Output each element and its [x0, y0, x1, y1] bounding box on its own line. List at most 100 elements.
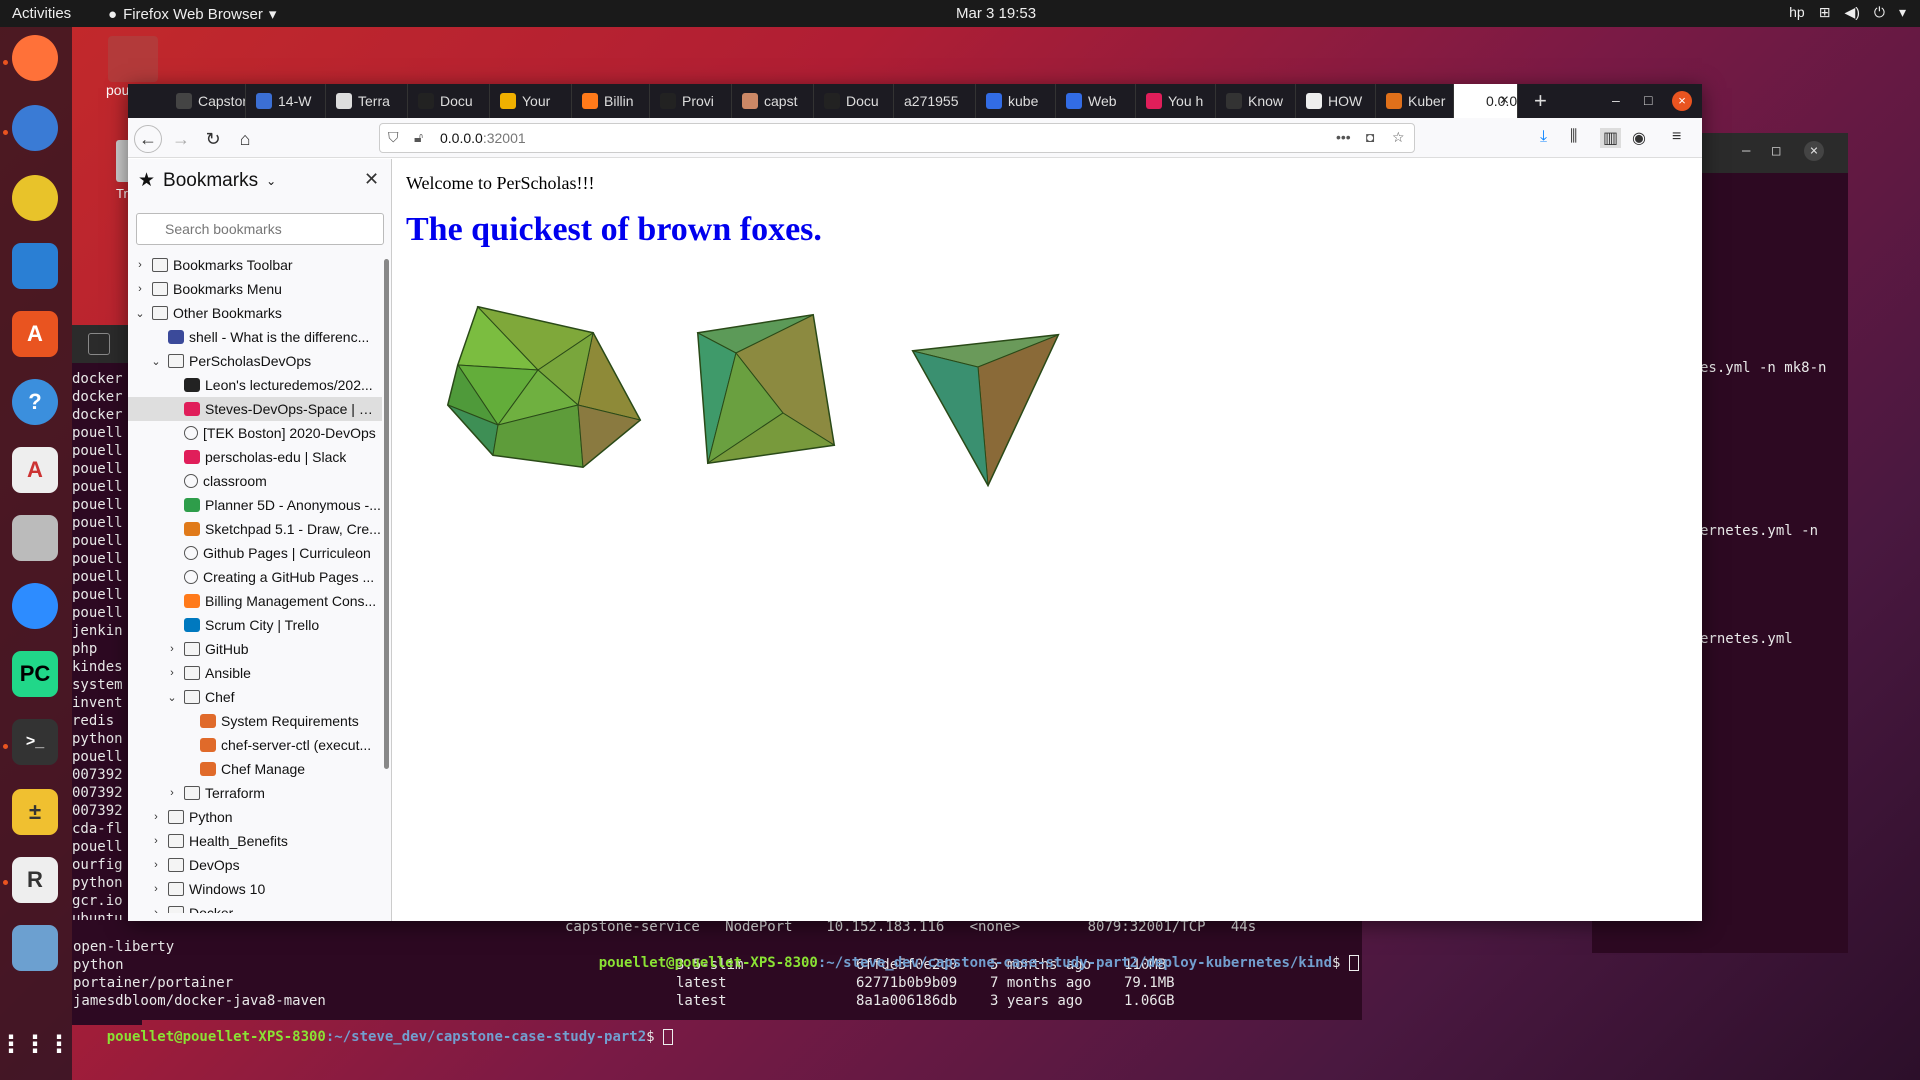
- chevron-right-icon[interactable]: ›: [134, 283, 146, 295]
- bookmark-item[interactable]: Leon's lecturedemos/202...: [128, 373, 382, 397]
- browser-tab[interactable]: Your: [490, 84, 572, 118]
- menu-icon[interactable]: ≡: [1672, 128, 1681, 146]
- bookmark-folder[interactable]: › Ansible: [128, 661, 382, 685]
- bookmark-item[interactable]: System Requirements: [128, 709, 382, 733]
- search-input[interactable]: Search bookmarks: [136, 213, 384, 245]
- new-tab-icon[interactable]: [88, 333, 110, 355]
- insecure-lock-icon[interactable]: 🔓︎: [414, 129, 423, 146]
- virtualbox-icon[interactable]: [12, 925, 58, 971]
- browser-tab[interactable]: 0.0.0.0×: [1454, 84, 1518, 118]
- chevron-right-icon[interactable]: ›: [166, 667, 178, 679]
- bookmark-item[interactable]: perscholas-edu | Slack: [128, 445, 382, 469]
- chevron-right-icon[interactable]: ›: [150, 859, 162, 871]
- chevron-down-icon[interactable]: ⌄: [166, 691, 178, 704]
- bookmark-item[interactable]: chef-server-ctl (execut...: [128, 733, 382, 757]
- bookmark-item[interactable]: [TEK Boston] 2020-DevOps: [128, 421, 382, 445]
- sidebar-header[interactable]: ★ Bookmarks ⌄: [138, 169, 276, 192]
- browser-tab[interactable]: HOW: [1296, 84, 1376, 118]
- rhythmbox-icon[interactable]: [12, 175, 58, 221]
- bookmark-item[interactable]: Chef Manage: [128, 757, 382, 781]
- home-folder-icon[interactable]: [108, 36, 158, 82]
- reload-button[interactable]: ↻: [200, 126, 226, 152]
- bookmark-folder[interactable]: › Health_Benefits: [128, 829, 382, 853]
- browser-tab[interactable]: Billin: [572, 84, 650, 118]
- close-icon[interactable]: ×: [1804, 141, 1824, 161]
- home-button[interactable]: ⌂: [232, 126, 258, 152]
- forward-button[interactable]: →: [168, 126, 194, 152]
- bookmark-folder[interactable]: › Windows 10: [128, 877, 382, 901]
- bookmark-folder[interactable]: › GitHub: [128, 637, 382, 661]
- browser-tab[interactable]: Terra: [326, 84, 408, 118]
- bookmark-item[interactable]: Creating a GitHub Pages ...: [128, 565, 382, 589]
- browser-tab[interactable]: Docu: [814, 84, 894, 118]
- downloads-icon[interactable]: ⤓: [1540, 128, 1547, 146]
- terminal-icon[interactable]: >_: [12, 719, 58, 765]
- library-icon[interactable]: ⫼: [1570, 128, 1577, 146]
- writer-icon[interactable]: [12, 243, 58, 289]
- browser-tab[interactable]: capst: [732, 84, 814, 118]
- software-center-icon[interactable]: A: [12, 311, 58, 357]
- browser-tab[interactable]: 14-W: [246, 84, 326, 118]
- bookmark-folder[interactable]: › Python: [128, 805, 382, 829]
- maximize-icon[interactable]: □: [1644, 92, 1652, 108]
- maximize-icon[interactable]: □: [1772, 143, 1780, 159]
- bookmark-item[interactable]: shell - What is the differenc...: [128, 325, 382, 349]
- bookmark-item[interactable]: Sketchpad 5.1 - Draw, Cre...: [128, 517, 382, 541]
- account-icon[interactable]: ◉: [1632, 128, 1646, 148]
- app-menu[interactable]: ● Firefox Web Browser ▾: [108, 5, 276, 24]
- chevron-right-icon[interactable]: ›: [150, 835, 162, 847]
- calculator-icon[interactable]: ±: [12, 789, 58, 835]
- bookmark-folder[interactable]: ⌄ Other Bookmarks: [128, 301, 382, 325]
- new-tab-button[interactable]: +: [1534, 88, 1547, 114]
- bookmark-item[interactable]: Github Pages | Curriculeon: [128, 541, 382, 565]
- window-close-button[interactable]: ×: [1672, 91, 1692, 111]
- r-studio-icon[interactable]: R: [12, 857, 58, 903]
- chevron-right-icon[interactable]: ›: [150, 907, 162, 913]
- terminal-window-mid[interactable]: capstone-service NodePort 10.152.183.116…: [560, 918, 1359, 971]
- firefox-icon[interactable]: [12, 35, 58, 81]
- chevron-down-icon[interactable]: ⌄: [150, 355, 162, 368]
- bookmark-item[interactable]: classroom: [128, 469, 382, 493]
- activities-button[interactable]: Activities: [12, 5, 71, 22]
- pycharm-icon[interactable]: PC: [12, 651, 58, 697]
- browser-tab[interactable]: Kuber: [1376, 84, 1454, 118]
- browser-tab[interactable]: Web: [1056, 84, 1136, 118]
- bookmark-folder[interactable]: › Terraform: [128, 781, 382, 805]
- font-viewer-icon[interactable]: A: [12, 447, 58, 493]
- bookmark-folder[interactable]: › Bookmarks Menu: [128, 277, 382, 301]
- chevron-down-icon[interactable]: ⌄: [134, 307, 146, 320]
- browser-tab[interactable]: kube: [976, 84, 1056, 118]
- zoom-icon[interactable]: [12, 583, 58, 629]
- browser-tab[interactable]: Provi: [650, 84, 732, 118]
- clock[interactable]: Mar 3 19:53: [956, 5, 1036, 22]
- system-tray[interactable]: hp ⊞ ◀) ⏻ ▾: [1789, 4, 1906, 21]
- bookmark-item[interactable]: Steves-DevOps-Space | Sl...: [128, 397, 382, 421]
- browser-tab[interactable]: Know: [1216, 84, 1296, 118]
- sidebar-scrollbar[interactable]: [384, 259, 389, 769]
- browser-tab[interactable]: Capstone: [166, 84, 246, 118]
- url-bar[interactable]: ⛉ 🔓︎ 0.0.0.0:32001 ••• ◘ ☆: [379, 123, 1415, 153]
- minimize-icon[interactable]: –: [1742, 143, 1750, 159]
- chevron-right-icon[interactable]: ›: [150, 883, 162, 895]
- chevron-right-icon[interactable]: ›: [150, 811, 162, 823]
- page-actions-icon[interactable]: •••: [1336, 129, 1351, 145]
- firefox-window[interactable]: Capstone 14-W Terra Docu Your Billin Provi caps…: [128, 84, 1702, 921]
- chevron-right-icon[interactable]: ›: [166, 643, 178, 655]
- bookmark-folder[interactable]: ⌄ Chef: [128, 685, 382, 709]
- sidebar-toggle-icon[interactable]: ▥: [1600, 128, 1622, 148]
- browser-tab[interactable]: a271955: [894, 84, 976, 118]
- thunderbird-icon[interactable]: [12, 105, 58, 151]
- bookmark-item[interactable]: Billing Management Cons...: [128, 589, 382, 613]
- browser-tab[interactable]: Docu: [408, 84, 490, 118]
- chevron-right-icon[interactable]: ›: [166, 787, 178, 799]
- bookmark-item[interactable]: Planner 5D - Anonymous -...: [128, 493, 382, 517]
- bookmark-item[interactable]: Scrum City | Trello: [128, 613, 382, 637]
- show-apps-icon[interactable]: ⋮⋮⋮: [0, 1021, 71, 1067]
- browser-tab[interactable]: You h: [1136, 84, 1216, 118]
- back-button[interactable]: ←: [134, 125, 162, 153]
- shield-icon[interactable]: ⛉: [388, 129, 399, 146]
- bookmark-folder[interactable]: › Docker: [128, 901, 382, 913]
- minimize-icon[interactable]: –: [1612, 92, 1620, 108]
- bookmark-star-icon[interactable]: ☆: [1392, 129, 1405, 146]
- bookmark-folder[interactable]: › Bookmarks Toolbar: [128, 253, 382, 277]
